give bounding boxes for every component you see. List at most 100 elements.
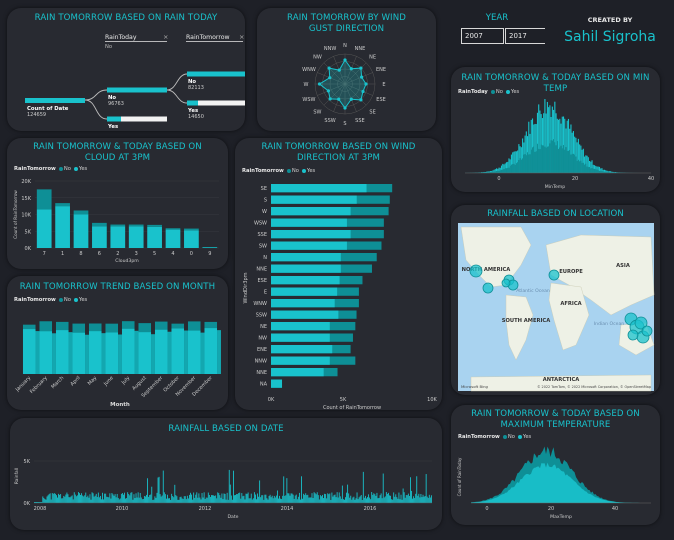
- rainfall-bar[interactable]: [224, 493, 226, 503]
- rainfall-bar[interactable]: [420, 493, 422, 503]
- rainfall-bar[interactable]: [422, 494, 424, 503]
- rainfall-bar[interactable]: [158, 476, 160, 503]
- rainfall-bar[interactable]: [267, 499, 269, 503]
- year-to-input[interactable]: 2017: [505, 28, 545, 44]
- min-temp-bar-no[interactable]: [507, 168, 509, 173]
- rainfall-bar[interactable]: [378, 497, 380, 503]
- rainfall-bar[interactable]: [86, 497, 88, 503]
- rainfall-bar[interactable]: [71, 495, 73, 503]
- rainfall-bar[interactable]: [413, 496, 415, 503]
- close-icon[interactable]: ×: [163, 33, 168, 41]
- rainfall-bar[interactable]: [325, 494, 327, 503]
- rainfall-bar[interactable]: [275, 495, 277, 503]
- rainfall-bar[interactable]: [137, 492, 139, 503]
- rainfall-bar[interactable]: [89, 494, 91, 503]
- rainfall-bar[interactable]: [327, 493, 329, 503]
- cloud-bar-yes[interactable]: [73, 210, 89, 215]
- rainfall-bar[interactable]: [425, 474, 427, 503]
- rainfall-bar[interactable]: [397, 498, 399, 503]
- rainfall-bar[interactable]: [401, 499, 403, 503]
- min-temp-bar-no[interactable]: [541, 145, 543, 173]
- cloud-bar-yes[interactable]: [128, 224, 144, 227]
- rainfall-bar[interactable]: [281, 499, 283, 503]
- rainfall-bar[interactable]: [237, 494, 239, 503]
- rainfall-bar[interactable]: [240, 498, 242, 503]
- min-temp-bar-no[interactable]: [527, 152, 529, 173]
- rainfall-bar[interactable]: [316, 492, 318, 503]
- rainfall-bar[interactable]: [384, 496, 386, 503]
- rainfall-bar[interactable]: [282, 495, 284, 503]
- rainfall-bar[interactable]: [229, 484, 231, 503]
- rainfall-bar[interactable]: [83, 496, 85, 503]
- rainfall-bar[interactable]: [309, 497, 311, 503]
- min-temp-bar-no[interactable]: [509, 165, 511, 173]
- cloud-bar-no[interactable]: [73, 214, 89, 249]
- rainfall-bar[interactable]: [308, 497, 310, 503]
- rainfall-bar[interactable]: [429, 497, 431, 503]
- cloud-bar-yes[interactable]: [36, 189, 52, 210]
- rainfall-bar[interactable]: [61, 498, 63, 503]
- rainfall-bar[interactable]: [231, 499, 233, 503]
- rainfall-bar[interactable]: [268, 496, 270, 503]
- min-temp-bar-no[interactable]: [584, 164, 586, 173]
- rainfall-bar[interactable]: [176, 496, 178, 503]
- rainfall-bar[interactable]: [390, 495, 391, 503]
- rainfall-bar[interactable]: [62, 498, 64, 503]
- rainfall-bar[interactable]: [430, 495, 432, 503]
- rainfall-bar[interactable]: [124, 492, 125, 503]
- cloud-bar-no[interactable]: [36, 209, 52, 248]
- radar-point[interactable]: [349, 67, 353, 71]
- rainfall-bar[interactable]: [163, 492, 165, 503]
- rainfall-bar[interactable]: [69, 497, 71, 503]
- rainfall-bar[interactable]: [96, 496, 98, 503]
- cloud-bar-yes[interactable]: [184, 228, 199, 231]
- cloud-bar-no[interactable]: [147, 226, 162, 248]
- rainfall-bar[interactable]: [301, 476, 302, 503]
- rainfall-bar[interactable]: [303, 493, 305, 503]
- rainfall-bar[interactable]: [341, 485, 343, 503]
- rainfall-bar[interactable]: [245, 493, 247, 503]
- rainfall-bar[interactable]: [206, 497, 208, 503]
- wind-bar-no[interactable]: [271, 287, 338, 296]
- rainfall-bar[interactable]: [157, 477, 159, 503]
- rainfall-bar[interactable]: [407, 493, 409, 503]
- min-temp-bar-no[interactable]: [522, 158, 524, 173]
- rainfall-bar[interactable]: [377, 498, 379, 503]
- rainfall-bar[interactable]: [127, 492, 129, 503]
- close-icon[interactable]: ×: [239, 33, 244, 41]
- rainfall-bar[interactable]: [223, 493, 225, 503]
- rainfall-bar[interactable]: [331, 492, 333, 503]
- rainfall-bar[interactable]: [43, 497, 45, 503]
- rainfall-bar[interactable]: [304, 494, 306, 503]
- rainfall-bar[interactable]: [375, 495, 377, 503]
- radar-point[interactable]: [359, 98, 363, 102]
- min-temp-bar-no[interactable]: [572, 153, 574, 173]
- rainfall-bar[interactable]: [104, 493, 106, 503]
- rainfall-bar[interactable]: [364, 495, 366, 503]
- location-bubble[interactable]: [501, 278, 511, 288]
- rainfall-bar[interactable]: [139, 492, 141, 503]
- rainfall-bar[interactable]: [276, 490, 278, 503]
- min-temp-bar-no[interactable]: [533, 146, 535, 173]
- rainfall-bar[interactable]: [126, 498, 128, 503]
- min-temp-bar-no[interactable]: [530, 149, 532, 173]
- min-temp-bar-no[interactable]: [548, 146, 550, 173]
- rainfall-bar[interactable]: [213, 495, 214, 503]
- rainfall-bar[interactable]: [205, 497, 207, 503]
- rainfall-bar[interactable]: [249, 498, 251, 503]
- rainfall-bar[interactable]: [177, 499, 179, 503]
- min-temp-bar-no[interactable]: [504, 168, 506, 173]
- min-temp-bar-no[interactable]: [589, 166, 591, 173]
- rainfall-bar[interactable]: [185, 499, 187, 503]
- min-temp-bar-no[interactable]: [498, 170, 500, 173]
- rainfall-bar[interactable]: [47, 495, 49, 503]
- rainfall-date-chart[interactable]: 5K 0K2008 2010 2012 2014 2016 Date Rainfall: [10, 418, 442, 530]
- rainfall-bar[interactable]: [194, 497, 196, 503]
- rainfall-bar[interactable]: [108, 497, 110, 503]
- rainfall-bar[interactable]: [391, 499, 393, 503]
- rainfall-bar[interactable]: [107, 496, 109, 503]
- rainfall-bar[interactable]: [357, 499, 359, 503]
- month-ribbon-yes[interactable]: [39, 321, 53, 333]
- rainfall-bar[interactable]: [167, 494, 168, 503]
- min-temp-bar-no[interactable]: [579, 161, 581, 173]
